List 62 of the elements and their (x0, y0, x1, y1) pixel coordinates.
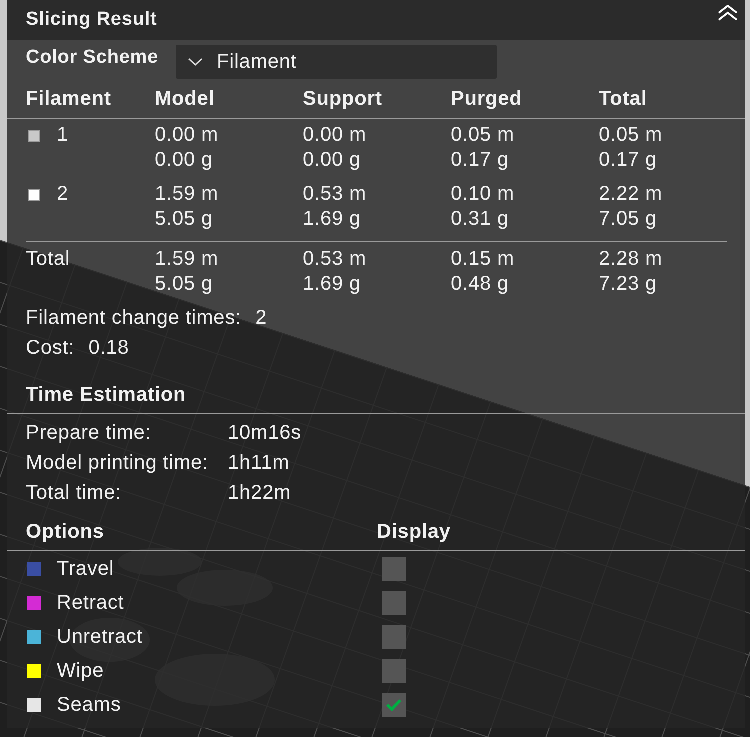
display-checkbox[interactable] (382, 557, 406, 581)
column-header: Display (377, 520, 451, 545)
collapse-button[interactable] (718, 5, 738, 21)
time-label: Prepare time: (26, 421, 152, 446)
color-scheme-dropdown[interactable]: Filament (176, 45, 497, 79)
display-checkbox[interactable] (382, 625, 406, 649)
table-cell: 0.17 g (451, 148, 510, 173)
table-cell: 0.15 m (451, 247, 515, 272)
table-cell: 0.48 g (451, 272, 510, 297)
table-cell: 0.53 m (303, 247, 367, 272)
filament-number: 1 (57, 123, 69, 148)
column-header: Filament (26, 87, 112, 112)
section-title: Time Estimation (26, 384, 186, 406)
total-label: Total (26, 247, 70, 272)
table-cell: 1.59 m (155, 247, 219, 272)
summary-value: 0.18 (88, 336, 130, 361)
column-header: Purged (451, 87, 522, 112)
table-cell: 2.22 m (599, 182, 663, 207)
table-cell: 1.69 g (303, 272, 362, 297)
double-chevron-up-icon (718, 5, 738, 21)
option-label: Wipe (57, 659, 104, 684)
column-header: Total (599, 87, 648, 112)
time-value: 1h22m (228, 481, 292, 506)
summary-label: Cost: (26, 336, 75, 361)
table-cell: 0.05 m (451, 123, 515, 148)
table-cell: 0.05 m (599, 123, 663, 148)
time-label: Total time: (26, 481, 122, 506)
option-label: Travel (57, 557, 114, 582)
summary-value: 2 (256, 306, 268, 331)
table-cell: 0.00 m (303, 123, 367, 148)
table-cell: 0.31 g (451, 207, 510, 232)
display-checkbox[interactable] (382, 659, 406, 683)
table-cell: 7.23 g (599, 272, 658, 297)
chevron-down-icon (188, 58, 203, 66)
table-cell: 0.00 m (155, 123, 219, 148)
color-scheme-label: Color Scheme (26, 46, 160, 70)
table-cell: 1.69 g (303, 207, 362, 232)
table-cell: 2.28 m (599, 247, 663, 272)
column-header: Options (26, 520, 104, 545)
option-label: Unretract (57, 625, 143, 650)
filament-number: 2 (57, 182, 69, 207)
time-label: Model printing time: (26, 451, 209, 476)
table-cell: 1.59 m (155, 182, 219, 207)
column-header: Support (303, 87, 382, 112)
summary-label: Filament change times: (26, 306, 242, 331)
option-label: Retract (57, 591, 124, 616)
column-header: Model (155, 87, 215, 112)
display-checkbox[interactable] (382, 693, 406, 717)
table-cell: 5.05 g (155, 272, 214, 297)
display-checkbox[interactable] (382, 591, 406, 615)
table-cell: 5.05 g (155, 207, 214, 232)
panel-title: Slicing Result (26, 9, 158, 31)
check-icon (386, 699, 402, 711)
table-cell: 0.10 m (451, 182, 515, 207)
time-value: 10m16s (228, 421, 302, 446)
table-cell: 0.17 g (599, 148, 658, 173)
table-cell: 7.05 g (599, 207, 658, 232)
table-cell: 0.53 m (303, 182, 367, 207)
table-cell: 0.00 g (155, 148, 214, 173)
time-value: 1h11m (228, 451, 290, 476)
table-cell: 0.00 g (303, 148, 362, 173)
option-label: Seams (57, 693, 122, 718)
